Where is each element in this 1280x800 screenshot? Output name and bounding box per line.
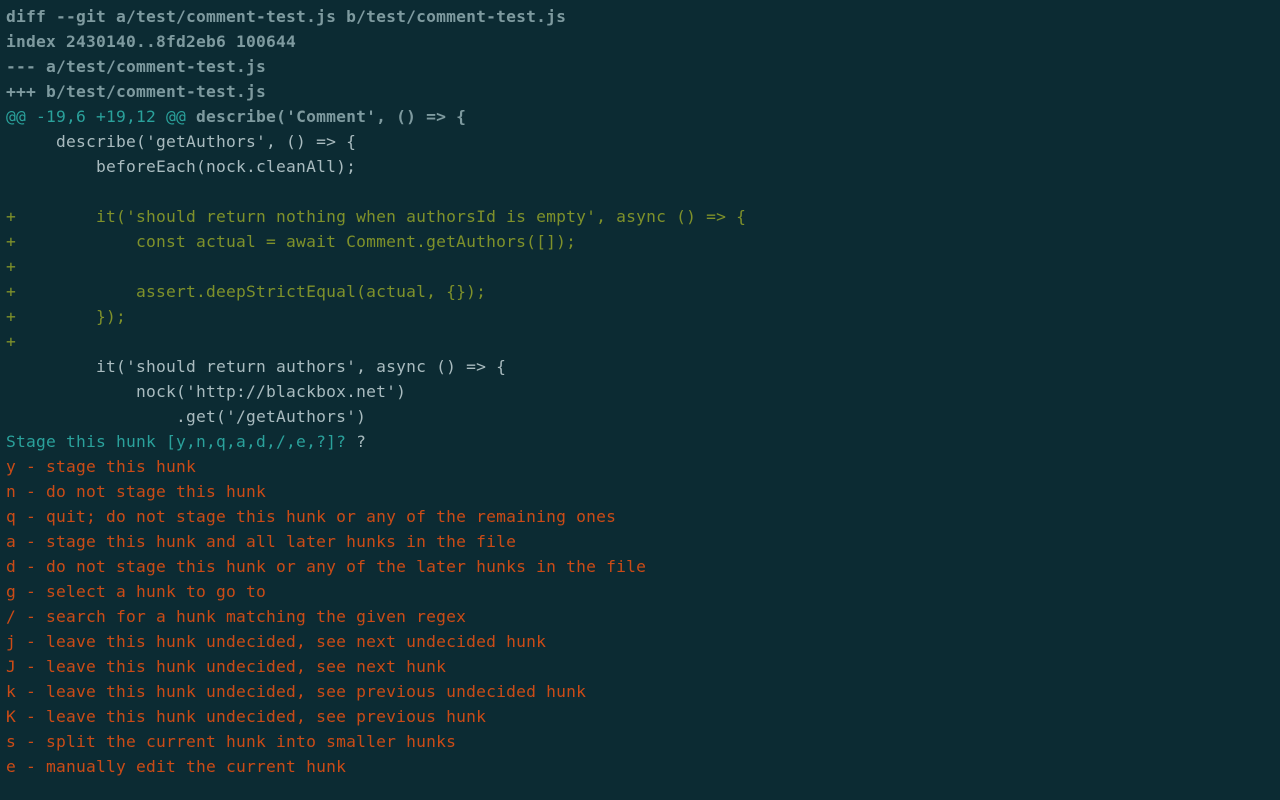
diff-header-line: diff --git a/test/comment-test.js b/test… [6,7,566,26]
diff-hunk-marker: @@ -19,6 +19,12 @@ [6,107,196,126]
help-line: j - leave this hunk undecided, see next … [6,632,546,651]
help-line: K - leave this hunk undecided, see previ… [6,707,486,726]
diff-header-line: --- a/test/comment-test.js [6,57,266,76]
diff-line-added: + }); [6,307,126,326]
help-line: J - leave this hunk undecided, see next … [6,657,446,676]
diff-header-line: index 2430140..8fd2eb6 100644 [6,32,296,51]
diff-line-context [6,182,16,201]
help-line: a - stage this hunk and all later hunks … [6,532,516,551]
terminal-output[interactable]: diff --git a/test/comment-test.js b/test… [0,0,1280,783]
diff-header-line: +++ b/test/comment-test.js [6,82,266,101]
help-line: d - do not stage this hunk or any of the… [6,557,646,576]
diff-line-context: describe('getAuthors', () => { [6,132,356,151]
diff-line-added: + [6,257,16,276]
diff-line-added: + it('should return nothing when authors… [6,207,746,226]
diff-line-context: nock('http://blackbox.net') [6,382,406,401]
help-line: q - quit; do not stage this hunk or any … [6,507,616,526]
diff-line-context: .get('/getAuthors') [6,407,366,426]
help-line: s - split the current hunk into smaller … [6,732,456,751]
help-line: g - select a hunk to go to [6,582,266,601]
help-line: k - leave this hunk undecided, see previ… [6,682,586,701]
help-line: e - manually edit the current hunk [6,757,346,776]
diff-line-added: + [6,332,16,351]
diff-hunk-context: describe('Comment', () => { [196,107,466,126]
help-line: n - do not stage this hunk [6,482,266,501]
stage-hunk-prompt[interactable]: Stage this hunk [y,n,q,a,d,/,e,?]? [6,432,356,451]
diff-line-added: + const actual = await Comment.getAuthor… [6,232,576,251]
stage-hunk-answer: ? [356,432,366,451]
diff-line-context: beforeEach(nock.cleanAll); [6,157,356,176]
help-line: / - search for a hunk matching the given… [6,607,466,626]
diff-line-context: it('should return authors', async () => … [6,357,506,376]
help-line: y - stage this hunk [6,457,196,476]
diff-line-added: + assert.deepStrictEqual(actual, {}); [6,282,486,301]
